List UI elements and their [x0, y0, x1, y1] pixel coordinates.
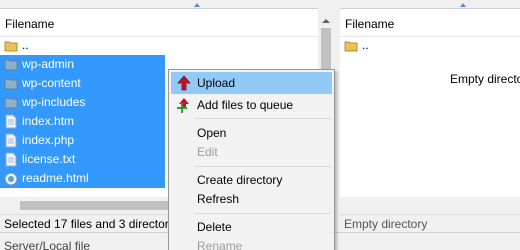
- filezilla-window: Filename .. wp-admin wp-content wp-inclu…: [0, 0, 520, 250]
- menu-item-label: Rename: [197, 239, 243, 250]
- remote-status-bar: Empty directory: [340, 214, 520, 233]
- folder-icon: [4, 57, 18, 72]
- menu-item-edit: Edit: [171, 141, 332, 163]
- folder-up-icon: [4, 38, 18, 53]
- file-list: ..: [340, 36, 520, 55]
- menu-item-label: Add files to queue: [197, 98, 294, 112]
- upload-arrow-icon: [176, 75, 192, 91]
- menu-separator: [195, 213, 330, 214]
- pane-top-strip: [0, 0, 334, 9]
- scrollbar-thumb[interactable]: [20, 201, 170, 210]
- document-icon: [4, 133, 18, 148]
- file-row-parent[interactable]: ..: [0, 36, 318, 55]
- column-header-label: Filename: [345, 17, 395, 31]
- file-name: readme.html: [22, 171, 89, 185]
- menu-item-refresh[interactable]: Refresh: [171, 188, 332, 210]
- folder-icon: [4, 76, 18, 91]
- folder-icon: [4, 95, 18, 110]
- menu-item-label: Refresh: [197, 192, 240, 206]
- menu-item-upload[interactable]: Upload: [171, 72, 332, 94]
- context-menu: Upload Add files to queue Open Edit Crea…: [168, 69, 335, 250]
- file-name: index.htm: [22, 114, 75, 128]
- file-name: wp-admin: [22, 57, 75, 71]
- menu-item-label: Upload: [197, 76, 236, 90]
- sort-ascending-icon: [460, 3, 466, 7]
- file-name: wp-content: [22, 76, 81, 90]
- sort-ascending-icon: [194, 3, 200, 7]
- menu-separator: [195, 118, 330, 119]
- add-to-queue-icon: [176, 97, 192, 113]
- menu-item-label: Edit: [197, 145, 218, 159]
- file-name: index.php: [22, 133, 75, 147]
- html-document-icon: [4, 171, 18, 186]
- file-row-parent[interactable]: ..: [340, 36, 520, 55]
- horizontal-scrollbar[interactable]: [340, 197, 520, 214]
- pane-top-strip: [340, 0, 520, 9]
- status-text: Empty directory: [344, 217, 428, 231]
- folder-up-icon: [344, 38, 358, 53]
- remote-file-list-pane: Filename .. Empty directory Empty direct…: [340, 0, 520, 233]
- file-name: wp-includes: [22, 95, 86, 109]
- column-header-label: Filename: [5, 17, 55, 31]
- empty-directory-message: Empty directory: [450, 72, 520, 86]
- column-header-filename[interactable]: Filename: [340, 3, 520, 37]
- scroll-up-arrow-icon[interactable]: [322, 19, 330, 23]
- file-name: ..: [362, 38, 369, 52]
- queue-column-label: Server/Local file: [4, 239, 91, 250]
- column-header-filename[interactable]: Filename: [0, 3, 318, 37]
- menu-separator: [195, 166, 330, 167]
- menu-item-add-files-to-queue[interactable]: Add files to queue: [171, 94, 332, 116]
- menu-item-rename: Rename: [171, 235, 332, 250]
- document-icon: [4, 152, 18, 167]
- file-name: license.txt: [22, 152, 76, 166]
- document-icon: [4, 114, 18, 129]
- file-name: ..: [22, 38, 29, 52]
- status-text: Selected 17 files and 3 directories: [4, 217, 185, 231]
